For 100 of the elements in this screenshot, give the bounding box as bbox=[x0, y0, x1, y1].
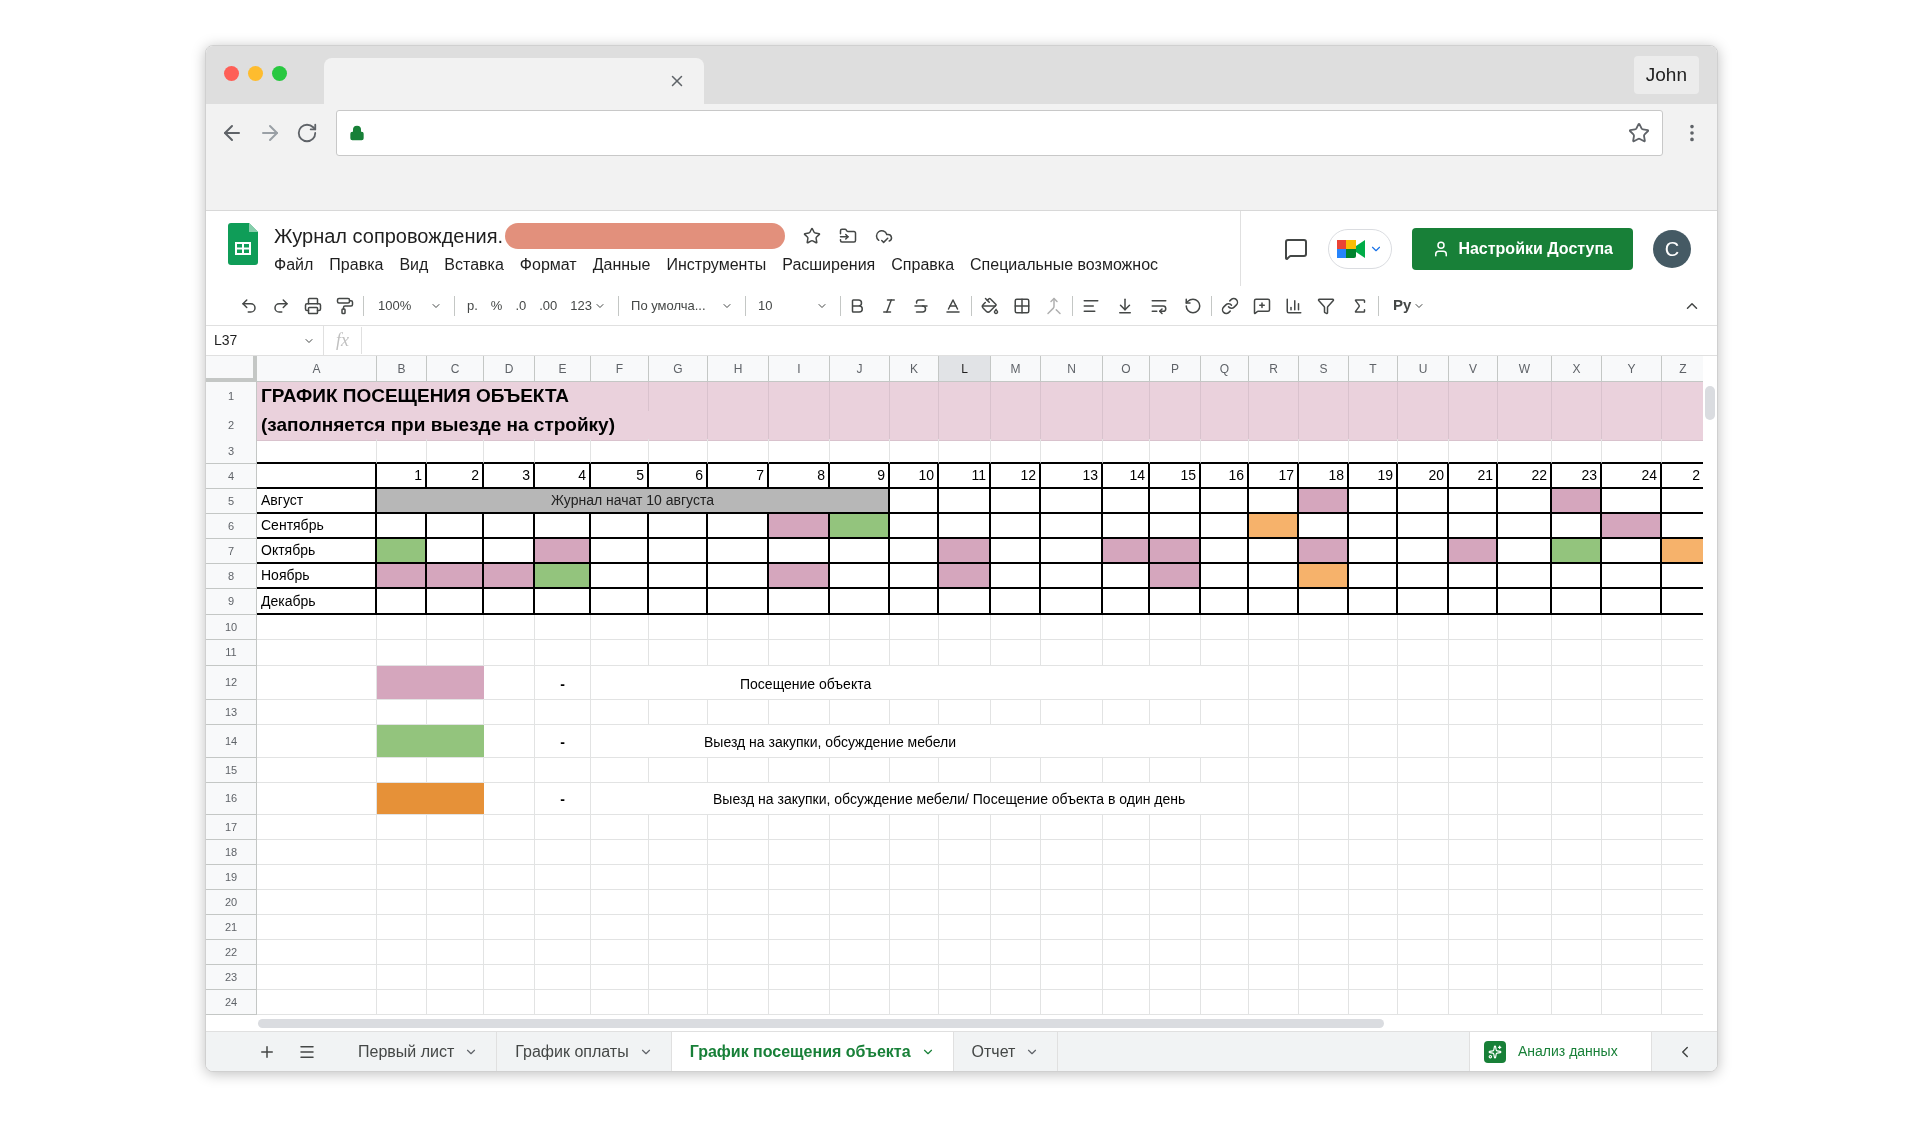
strikethrough-icon[interactable] bbox=[912, 296, 931, 315]
percent-format-button[interactable]: % bbox=[485, 291, 508, 320]
column-header[interactable]: B bbox=[377, 356, 427, 382]
column-header[interactable]: O bbox=[1103, 356, 1150, 382]
font-dropdown[interactable]: По умолча... bbox=[626, 291, 739, 320]
input-tools-button[interactable]: Pу bbox=[1388, 291, 1431, 320]
decrease-decimals-button[interactable]: .0 bbox=[510, 291, 532, 320]
paint-format-icon[interactable] bbox=[336, 296, 354, 315]
column-header[interactable]: G bbox=[649, 356, 708, 382]
move-folder-icon[interactable] bbox=[839, 227, 858, 245]
column-header[interactable]: Z bbox=[1662, 356, 1703, 382]
row-number[interactable]: 9 bbox=[206, 589, 257, 615]
horizontal-scrollbar-thumb[interactable] bbox=[258, 1018, 1384, 1028]
column-header[interactable]: T bbox=[1349, 356, 1398, 382]
row-number[interactable]: 5 bbox=[206, 489, 257, 514]
menu-item[interactable]: Формат bbox=[512, 253, 584, 277]
column-header[interactable]: N bbox=[1041, 356, 1103, 382]
undo-icon[interactable] bbox=[240, 296, 258, 315]
cloud-check-icon[interactable] bbox=[875, 227, 894, 245]
row-number[interactable]: 12 bbox=[206, 666, 257, 700]
borders-icon[interactable] bbox=[1013, 296, 1032, 315]
column-header[interactable]: X bbox=[1552, 356, 1602, 382]
row-number[interactable]: 6 bbox=[206, 514, 257, 539]
row-number[interactable]: 21 bbox=[206, 915, 257, 940]
sheet-tab[interactable]: График оплаты bbox=[497, 1032, 672, 1071]
column-header[interactable]: A bbox=[257, 356, 377, 382]
menu-item[interactable]: Вид bbox=[392, 253, 436, 277]
row-number[interactable]: 14 bbox=[206, 725, 257, 758]
zoom-dropdown[interactable]: 100% bbox=[373, 291, 447, 320]
column-header[interactable]: W bbox=[1498, 356, 1552, 382]
print-icon[interactable] bbox=[304, 296, 322, 315]
column-header[interactable]: I bbox=[769, 356, 830, 382]
row-number[interactable]: 18 bbox=[206, 840, 257, 865]
row-number[interactable]: 16 bbox=[206, 783, 257, 815]
menu-item[interactable]: Вставка bbox=[437, 253, 511, 277]
number-format-dropdown[interactable]: 123 bbox=[565, 291, 612, 320]
row-number[interactable]: 3 bbox=[206, 439, 257, 464]
font-size-dropdown[interactable]: 10 bbox=[753, 291, 834, 320]
column-header[interactable]: Y bbox=[1602, 356, 1662, 382]
row-number[interactable]: 22 bbox=[206, 940, 257, 965]
column-header[interactable]: Q bbox=[1201, 356, 1249, 382]
link-icon[interactable] bbox=[1221, 296, 1240, 315]
menu-item[interactable]: Данные bbox=[585, 253, 658, 277]
sheets-logo[interactable] bbox=[228, 223, 258, 265]
column-header[interactable]: M bbox=[991, 356, 1041, 382]
comments-icon[interactable] bbox=[1284, 236, 1309, 261]
star-icon[interactable] bbox=[803, 227, 822, 245]
text-rotation-icon[interactable] bbox=[1184, 296, 1203, 315]
menu-item[interactable]: Специальные возможнос bbox=[963, 253, 1166, 277]
row-number[interactable]: 8 bbox=[206, 564, 257, 589]
row-number[interactable]: 13 bbox=[206, 700, 257, 725]
row-number[interactable]: 15 bbox=[206, 758, 257, 783]
merge-cells-icon[interactable] bbox=[1045, 296, 1064, 315]
menu-item[interactable]: Файл bbox=[274, 253, 321, 277]
bookmark-star-icon[interactable] bbox=[1628, 121, 1650, 144]
menu-item[interactable]: Инструменты bbox=[659, 253, 774, 277]
row-number[interactable]: 11 bbox=[206, 640, 257, 666]
row-number[interactable]: 10 bbox=[206, 615, 257, 640]
column-header[interactable]: J bbox=[830, 356, 890, 382]
explore-button[interactable]: Анализ данных bbox=[1469, 1032, 1651, 1071]
share-button[interactable]: Настройки Доступа bbox=[1412, 227, 1633, 270]
column-header[interactable]: P bbox=[1150, 356, 1201, 382]
document-title[interactable]: Журнал сопровождения. bbox=[274, 221, 504, 251]
column-header[interactable]: K bbox=[890, 356, 939, 382]
row-number[interactable]: 7 bbox=[206, 539, 257, 564]
fill-color-icon[interactable] bbox=[981, 296, 1000, 315]
add-comment-icon[interactable] bbox=[1253, 296, 1272, 315]
menu-item[interactable]: Правка bbox=[322, 253, 391, 277]
text-color-icon[interactable] bbox=[944, 296, 963, 315]
row-number[interactable]: 1 bbox=[206, 382, 257, 412]
column-header[interactable]: R bbox=[1249, 356, 1299, 382]
column-header[interactable]: H bbox=[708, 356, 769, 382]
currency-format-button[interactable]: р. bbox=[462, 291, 483, 320]
reload-icon[interactable] bbox=[296, 121, 318, 144]
row-number[interactable]: 4 bbox=[206, 464, 257, 489]
sheet-tab[interactable]: График посещения объекта bbox=[671, 1032, 954, 1071]
row-number[interactable]: 20 bbox=[206, 890, 257, 915]
column-header[interactable]: V bbox=[1449, 356, 1498, 382]
account-avatar[interactable]: C bbox=[1653, 229, 1691, 268]
column-header[interactable]: C bbox=[427, 356, 484, 382]
chart-icon[interactable] bbox=[1285, 296, 1304, 315]
column-header[interactable]: S bbox=[1299, 356, 1349, 382]
menu-item[interactable]: Расширения bbox=[775, 253, 883, 277]
column-header[interactable]: E bbox=[535, 356, 591, 382]
row-number[interactable]: 2 bbox=[206, 411, 257, 441]
row-number[interactable]: 23 bbox=[206, 965, 257, 990]
sheet-tab[interactable]: Отчет bbox=[953, 1032, 1059, 1071]
column-header[interactable]: L bbox=[939, 356, 991, 382]
menu-item[interactable]: Справка bbox=[884, 253, 962, 277]
row-number[interactable]: 17 bbox=[206, 815, 257, 840]
sheet-tab[interactable]: Первый лист bbox=[340, 1032, 498, 1071]
row-number[interactable]: 24 bbox=[206, 990, 257, 1015]
redo-icon[interactable] bbox=[272, 296, 290, 315]
filter-icon[interactable] bbox=[1317, 296, 1336, 315]
profile-name[interactable]: John bbox=[1633, 56, 1699, 94]
row-number[interactable]: 19 bbox=[206, 865, 257, 890]
name-box[interactable]: L37 bbox=[206, 326, 324, 355]
increase-decimals-button[interactable]: .00 bbox=[534, 291, 563, 320]
column-header[interactable]: D bbox=[484, 356, 535, 382]
column-header[interactable]: U bbox=[1398, 356, 1449, 382]
